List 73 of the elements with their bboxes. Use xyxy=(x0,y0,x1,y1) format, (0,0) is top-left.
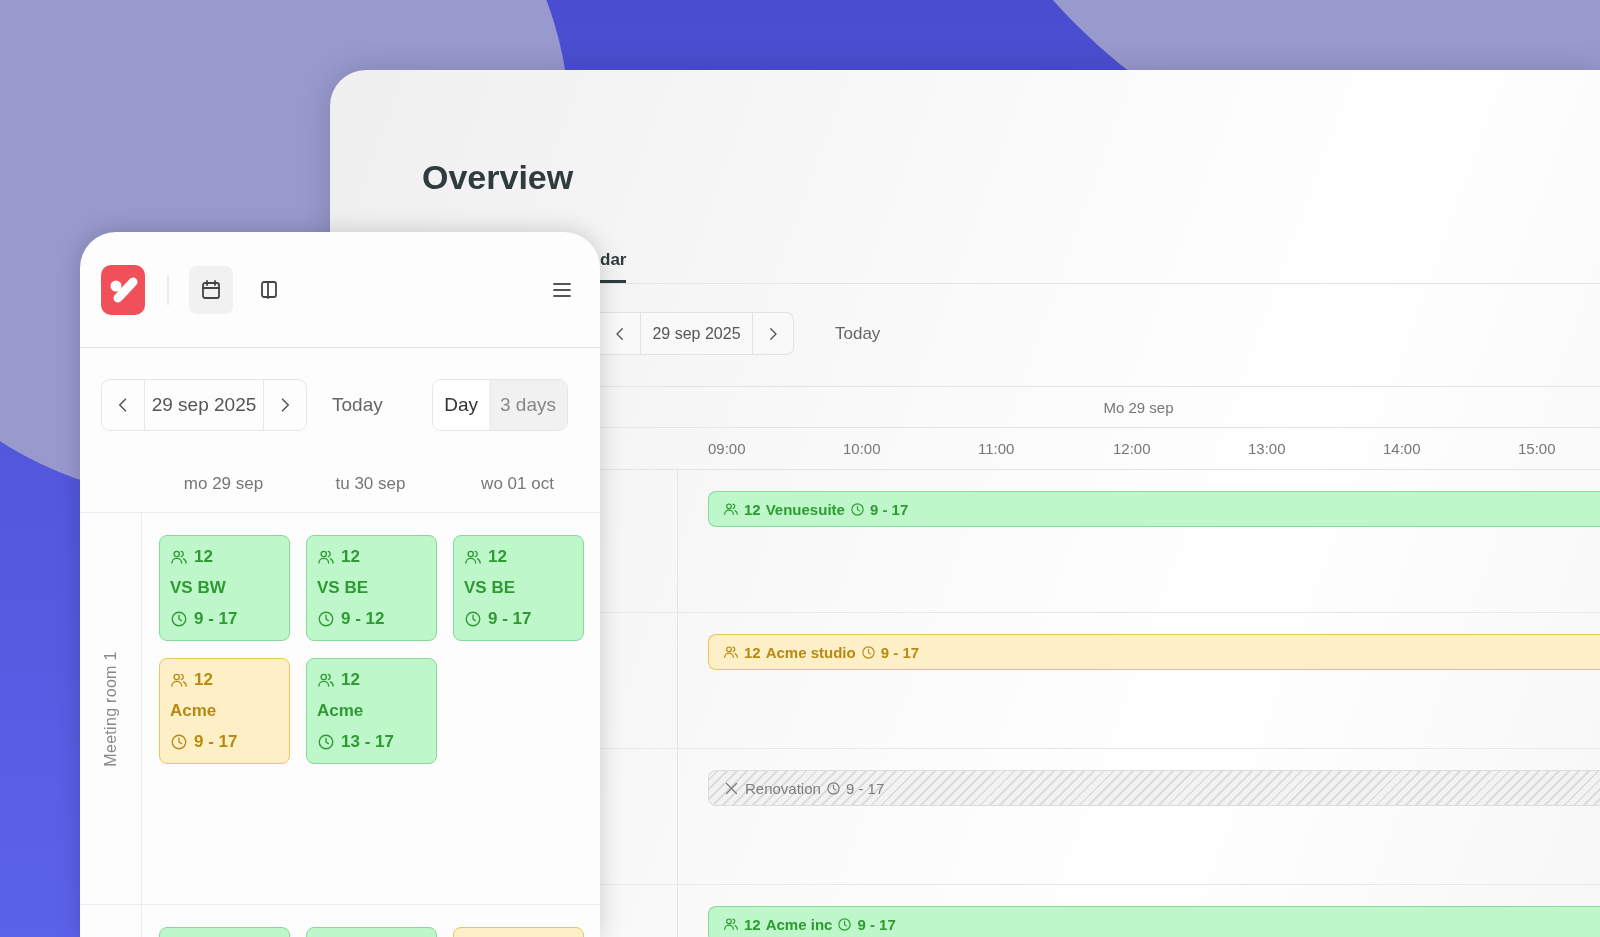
booking-time: 9 - 17 xyxy=(488,609,532,629)
booking-card[interactable]: 12 Acme 13 - 17 xyxy=(306,658,437,764)
booking-name: Acme xyxy=(317,701,364,721)
guest-count: 12 xyxy=(744,500,761,518)
day-header: mo 29 sep xyxy=(182,474,265,494)
view-button[interactable] xyxy=(189,265,233,314)
booking-bar[interactable]: 12 Acme studio 9 - 17 xyxy=(708,634,1600,670)
people-icon xyxy=(317,548,335,566)
hour-label: 10:00 xyxy=(843,440,882,457)
hour-label: 14:00 xyxy=(1383,440,1422,457)
booking-time: 9 - 17 xyxy=(194,732,238,752)
booking-name: VS BW xyxy=(170,578,226,598)
booking-time: 9 - 17 xyxy=(194,609,238,629)
booking-bar[interactable]: 12 Acme inc 9 - 17 xyxy=(708,906,1600,937)
clock-icon xyxy=(837,916,853,932)
people-icon xyxy=(170,671,188,689)
clock-icon xyxy=(464,610,482,628)
today-button[interactable]: Today xyxy=(332,394,383,416)
hour-label: 15:00 xyxy=(1518,440,1557,457)
booking-card[interactable]: 12 VS BW 9 - 17 xyxy=(159,535,290,641)
booking-name: Acme xyxy=(170,701,217,721)
booking-name: VS BE xyxy=(464,578,516,598)
today-button[interactable]: Today xyxy=(829,322,887,345)
hour-label: 13:00 xyxy=(1248,440,1287,457)
clock-icon xyxy=(170,610,188,628)
page-title: Overview xyxy=(421,157,575,198)
booking-card[interactable]: 12 VS BE 9 - 12 xyxy=(306,535,437,641)
day-header: Mo 29 sep xyxy=(1102,398,1175,416)
guest-count: 12 xyxy=(194,670,213,690)
people-icon xyxy=(723,501,739,517)
clock-icon xyxy=(317,733,335,751)
blocked-bar[interactable]: Renovation 9 - 17 xyxy=(708,770,1600,806)
booking-card[interactable]: 12 Acme 9 - 17 xyxy=(159,658,290,764)
booking-bar[interactable]: 12 Venuesuite 9 - 17 xyxy=(708,491,1600,527)
hour-label: 12:00 xyxy=(1113,440,1152,457)
people-icon xyxy=(464,548,482,566)
booking-time: 9 - 17 xyxy=(857,915,896,933)
booking-name: Acme inc xyxy=(765,915,833,933)
guest-count: 12 xyxy=(744,643,761,661)
people-icon xyxy=(723,916,739,932)
booking-name: VS BE xyxy=(317,578,369,598)
booking-card[interactable]: 12 VS BE 9 - 17 xyxy=(453,535,584,641)
guest-count: 12 xyxy=(341,670,360,690)
guest-count: 12 xyxy=(744,915,761,933)
range-tab[interactable]: 3 days xyxy=(489,380,567,430)
clock-icon xyxy=(849,501,865,517)
hour-label: 09:00 xyxy=(708,440,747,457)
guest-count: 12 xyxy=(488,547,507,567)
booking-time: 9 - 17 xyxy=(845,779,885,797)
date-button[interactable]: 29 sep 2025 xyxy=(640,313,753,354)
block-name: Renovation xyxy=(745,779,821,797)
booking-time: 9 - 17 xyxy=(880,643,920,661)
hour-label: 11:00 xyxy=(978,440,1016,457)
day-header: wo 01 oct xyxy=(480,474,555,494)
guest-count: 12 xyxy=(194,547,213,567)
clock-icon xyxy=(170,733,188,751)
guest-count: 12 xyxy=(341,547,360,567)
room-label: Meeting room 1 xyxy=(101,650,120,767)
date-button[interactable]: 29 sep 2025 xyxy=(144,380,264,430)
people-icon xyxy=(723,644,739,660)
people-icon xyxy=(170,548,188,566)
booking-name: Acme studio xyxy=(765,643,856,661)
booking-time: 9 - 12 xyxy=(341,609,385,629)
day-header: tu 30 sep xyxy=(334,474,407,494)
booking-time: 13 - 17 xyxy=(341,732,394,752)
clock-icon xyxy=(860,644,876,660)
clock-icon xyxy=(825,780,841,796)
calendar-icon xyxy=(199,277,223,302)
clock-icon xyxy=(317,610,335,628)
booking-name: Venuesuite xyxy=(765,500,845,518)
logo-icon xyxy=(101,264,145,315)
people-icon xyxy=(317,671,335,689)
booking-time: 9 - 17 xyxy=(869,500,909,518)
